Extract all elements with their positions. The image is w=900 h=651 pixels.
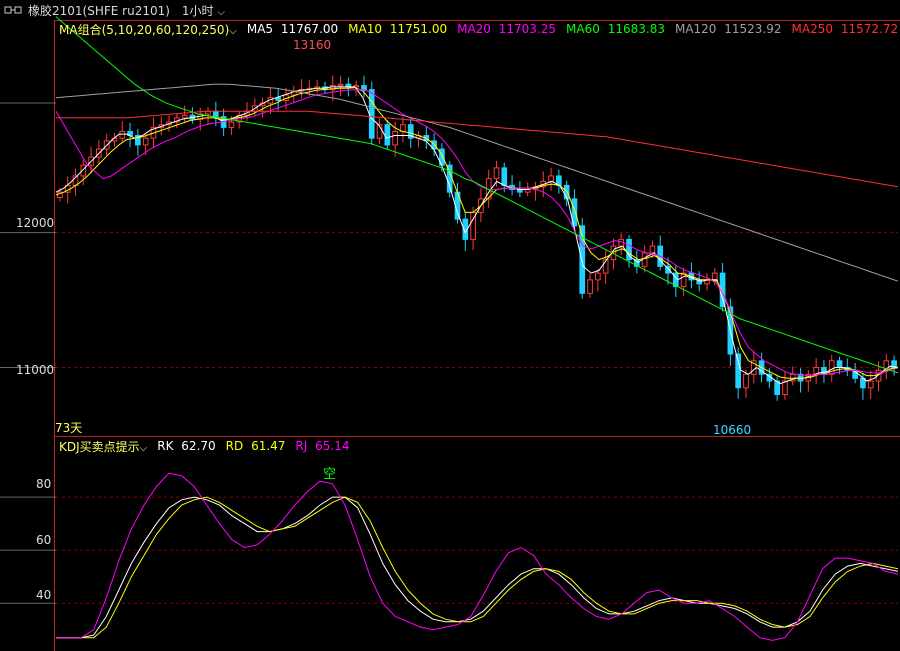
candle-body — [867, 380, 874, 389]
ma10-label: MA10 — [348, 22, 382, 36]
ma10-legend: MA10 11751.00 — [348, 22, 447, 36]
candle-body — [119, 130, 126, 139]
candle-body — [587, 279, 593, 294]
candle-body — [493, 167, 500, 180]
kdj-tick-40: 40 — [36, 588, 52, 602]
ma60-line — [55, 16, 899, 374]
ma250-label: MA250 — [791, 22, 833, 36]
candle-body — [595, 272, 601, 281]
price-tick-12000: 12000 — [16, 216, 55, 230]
kdj-legend: KDJ买卖点提示⌵ RK 62.70 RD 61.47 RJ 65.14 — [59, 438, 350, 454]
candle-body — [337, 83, 344, 87]
ma120-value: 11523.92 — [724, 22, 782, 36]
ma20-value: 11703.25 — [498, 22, 557, 36]
kdj-group-label: KDJ买卖点提示 — [59, 439, 140, 454]
rk-line — [56, 496, 899, 639]
candle-body — [181, 114, 188, 119]
ma-legend: MA组合(5,10,20,60,120,250)⌵ MA5 11767.00 M… — [59, 21, 898, 37]
candle-body — [392, 130, 398, 146]
rj-value: 65.14 — [315, 439, 350, 453]
ma10-value: 11751.00 — [389, 22, 448, 36]
rj-legend: RJ 65.14 — [295, 439, 349, 453]
ma120-label: MA120 — [674, 22, 717, 36]
kdj-tick-80: 80 — [36, 477, 52, 491]
ma-group-label: MA组合(5,10,20,60,120,250) — [59, 22, 230, 37]
candle-body — [212, 110, 219, 118]
candle-body — [836, 360, 843, 369]
candle-body — [361, 85, 367, 91]
candle-body — [501, 167, 508, 186]
candle-body — [142, 137, 149, 146]
rk-label: RK — [157, 439, 174, 453]
ma60-legend: MA60 11683.83 — [566, 22, 665, 36]
ma5-legend: MA5 11767.00 — [247, 22, 338, 36]
ma60-value: 11683.83 — [607, 22, 665, 36]
candle-body — [680, 272, 687, 288]
ma5-value: 11767.00 — [280, 22, 339, 36]
low-price-marker: 10660 — [713, 423, 752, 437]
rj-label: RJ — [295, 439, 308, 453]
kdj-tick-60: 60 — [36, 533, 52, 547]
high-price-marker: 13160 — [293, 38, 332, 52]
candle-body — [735, 353, 742, 389]
chevron-down-icon: ⌵ — [139, 442, 148, 454]
ma5-line — [55, 86, 899, 385]
ma120-legend: MA120 11523.92 — [675, 22, 782, 36]
candle-body — [548, 175, 554, 182]
ma250-line — [56, 110, 899, 188]
candle-body — [228, 121, 235, 128]
candle-body — [368, 89, 375, 139]
chart-canvas[interactable] — [0, 0, 900, 651]
ma20-label: MA20 — [457, 22, 491, 36]
kdj-group-selector[interactable]: KDJ买卖点提示⌵ — [59, 438, 147, 455]
days-label: 73天 — [55, 421, 83, 435]
ma60-label: MA60 — [566, 22, 600, 36]
rk-value: 62.70 — [181, 439, 216, 453]
ma20-legend: MA20 11703.25 — [457, 22, 556, 36]
chevron-down-icon: ⌵ — [229, 25, 237, 37]
rk-legend: RK 62.70 — [157, 439, 215, 453]
ma120-line — [55, 83, 899, 282]
ma250-value: 11572.72 — [840, 22, 899, 36]
candle-body — [649, 245, 656, 254]
ma250-legend: MA250 11572.72 — [792, 22, 899, 36]
rd-line — [56, 496, 899, 639]
candle-body — [711, 272, 718, 281]
short-signal-marker: 空 — [323, 467, 337, 482]
rd-label: RD — [225, 439, 244, 453]
candle-body — [384, 124, 391, 146]
ma5-label: MA5 — [246, 22, 274, 36]
candle-body — [743, 373, 749, 389]
price-tick-11000: 11000 — [16, 363, 55, 377]
rd-value: 61.47 — [251, 439, 286, 453]
rd-legend: RD 61.47 — [226, 439, 286, 453]
ma-group-selector[interactable]: MA组合(5,10,20,60,120,250)⌵ — [59, 21, 237, 38]
